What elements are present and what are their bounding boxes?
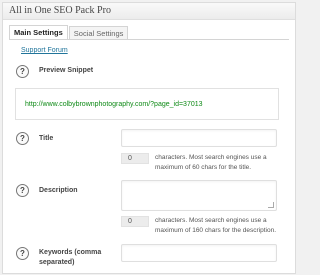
keywords-label: Keywords (comma separated) xyxy=(39,248,101,268)
help-icon[interactable]: ? xyxy=(16,132,29,145)
seo-panel: All in One SEO Pack Pro Main Settings Soc… xyxy=(2,2,296,274)
description-char-count: 0 xyxy=(121,216,149,227)
description-label: Description xyxy=(39,187,78,194)
tab-main-settings[interactable]: Main Settings xyxy=(9,25,68,40)
preview-snippet-label: Preview Snippet xyxy=(39,67,94,74)
title-label: Title xyxy=(39,135,54,142)
title-note-line2: maximum of 60 chars for the title. xyxy=(155,164,252,171)
keywords-label-line1: Keywords (comma xyxy=(39,249,102,256)
help-icon[interactable]: ? xyxy=(16,247,29,260)
title-input[interactable] xyxy=(121,129,277,147)
description-note-line2: maximum of 160 chars for the description… xyxy=(155,227,277,234)
keywords-input[interactable] xyxy=(121,244,277,262)
tab-social-settings[interactable]: Social Settings xyxy=(68,26,129,40)
title-char-count: 0 xyxy=(121,153,149,164)
tab-bar: Main Settings Social Settings xyxy=(9,25,129,40)
tab-divider xyxy=(9,39,289,40)
help-icon[interactable]: ? xyxy=(16,65,29,78)
preview-snippet-box: http://www.colbybrownphotography.com/?pa… xyxy=(15,88,279,120)
panel-title: All in One SEO Pack Pro xyxy=(3,3,295,20)
preview-url: http://www.colbybrownphotography.com/?pa… xyxy=(25,101,203,108)
title-note-line1: characters. Most search engines use a xyxy=(155,154,267,161)
description-textarea[interactable] xyxy=(121,180,277,211)
resize-handle-icon[interactable] xyxy=(268,202,274,208)
support-forum-link[interactable]: Support Forum xyxy=(21,47,68,54)
keywords-label-line2: separated) xyxy=(39,259,75,266)
description-note-line1: characters. Most search engines use a xyxy=(155,217,267,224)
title-note: characters. Most search engines use a ma… xyxy=(155,153,315,173)
help-icon[interactable]: ? xyxy=(16,184,29,197)
description-note: characters. Most search engines use a ma… xyxy=(155,216,315,236)
